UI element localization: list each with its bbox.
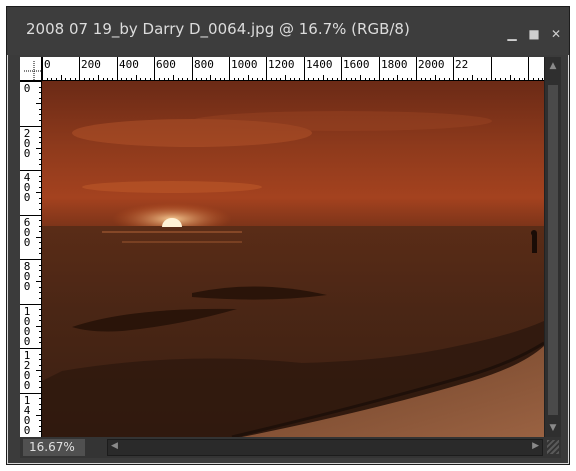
ruler-label: 1000 [231,58,258,71]
close-icon[interactable]: ✕ [549,27,563,41]
image-canvas[interactable] [42,81,544,437]
ruler-label: 1600 [343,58,370,71]
ruler-label: 400 [119,58,139,71]
ruler-label: 800 [23,260,31,293]
ruler-label: 0 [44,58,51,71]
vertical-ruler[interactable]: 0 200 400 600 800 1000 1200 1400 [20,81,42,437]
ruler-label: 800 [194,58,214,71]
ruler-label: 1800 [381,58,408,71]
scroll-down-arrow-icon[interactable]: ▼ [547,423,559,433]
ruler-label: 1400 [23,394,31,437]
ruler-label: 200 [81,58,101,71]
ruler-label: 1200 [23,349,31,392]
zoom-level-field[interactable]: 16.67% [23,439,85,456]
sunset-photo [42,81,544,437]
resize-grip-icon[interactable] [547,440,559,454]
minimize-icon[interactable]: ▁ [505,27,519,41]
vertical-scrollbar[interactable]: ▲ ▼ [544,57,561,437]
ruler-label: 600 [156,58,176,71]
ruler-label: 1000 [23,305,31,348]
ruler-origin-icon [24,61,41,80]
ruler-label: 1200 [268,58,295,71]
ruler-label: 0 [23,82,31,95]
ruler-label: 22 [455,58,469,71]
vertical-scroll-thumb[interactable] [548,85,558,415]
ruler-label: 400 [23,171,31,204]
ruler-label: 600 [23,216,31,249]
scroll-up-arrow-icon[interactable]: ▲ [547,61,559,71]
ruler-origin[interactable] [20,57,42,81]
scroll-left-arrow-icon[interactable]: ◀ [111,441,118,451]
maximize-icon[interactable]: ■ [527,27,541,41]
status-bar: 16.67% ◀ ▶ [20,437,561,458]
title-bar[interactable]: 2008 07 19_by Darry D_0064.jpg @ 16.7% (… [7,7,569,55]
scroll-right-arrow-icon[interactable]: ▶ [532,441,539,451]
document-window: 2008 07 19_by Darry D_0064.jpg @ 16.7% (… [6,6,570,465]
ruler-label: 2000 [418,58,445,71]
document-title: 2008 07 19_by Darry D_0064.jpg @ 16.7% (… [26,20,410,38]
horizontal-ruler[interactable]: 0 200 400 600 800 1000 1200 1400 1600 1800 2000 22 [42,57,544,81]
horizontal-scrollbar[interactable]: ◀ ▶ [107,439,543,456]
ruler-label: 1400 [306,58,333,71]
ruler-label: 200 [23,127,31,160]
